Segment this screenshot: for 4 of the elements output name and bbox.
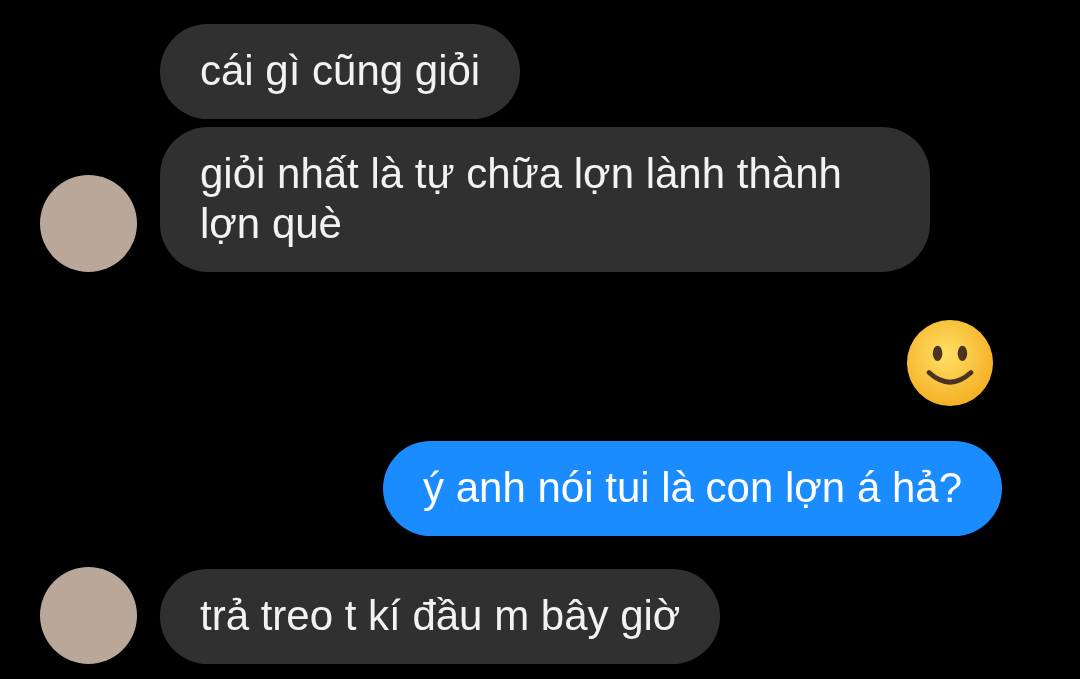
message-bubble[interactable]: trả treo t kí đầu m bây giờ — [160, 569, 721, 664]
message-bubble[interactable]: cái gì cũng giỏi — [160, 24, 521, 119]
message-bubble[interactable]: giỏi nhất là tự chữa lợn lành thành lợn què — [160, 127, 930, 272]
smiley-face-icon[interactable] — [904, 319, 996, 407]
